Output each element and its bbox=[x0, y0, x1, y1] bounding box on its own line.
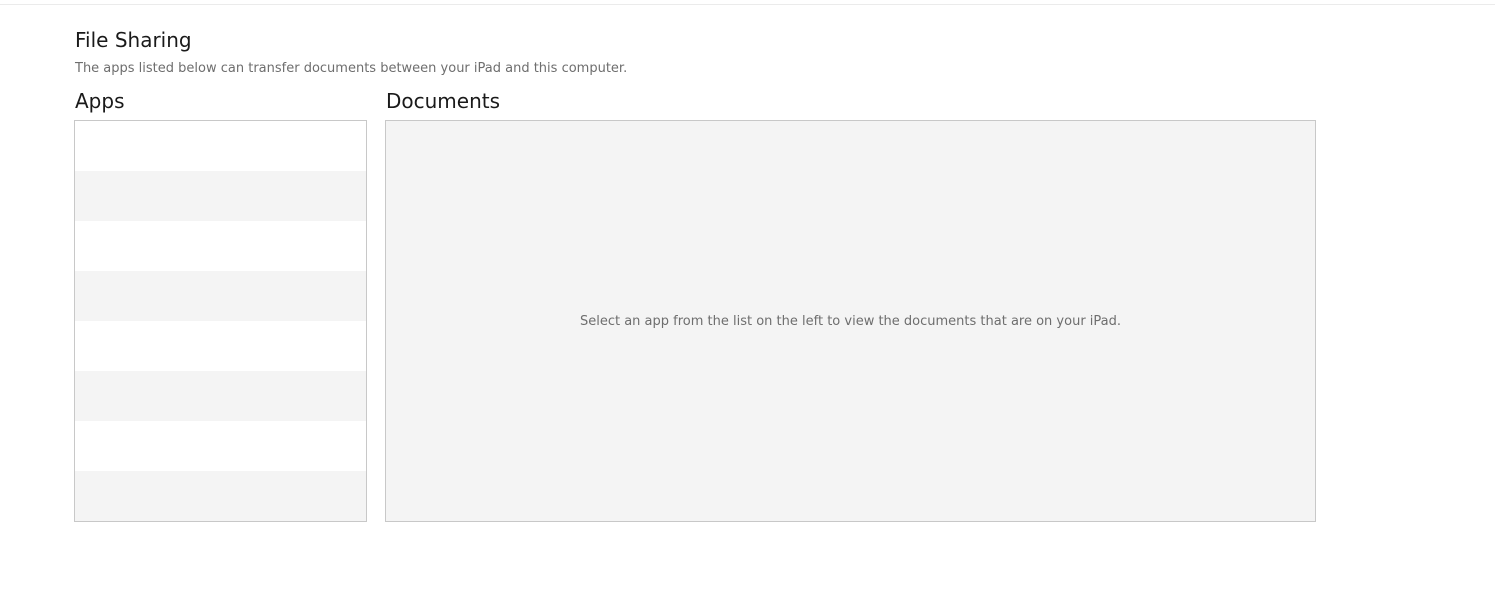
page-title: File Sharing bbox=[75, 28, 192, 52]
list-item[interactable] bbox=[75, 271, 366, 321]
list-item[interactable] bbox=[75, 321, 366, 371]
apps-list[interactable] bbox=[74, 120, 367, 522]
documents-panel[interactable]: Select an app from the list on the left … bbox=[385, 120, 1316, 522]
list-item[interactable] bbox=[75, 221, 366, 271]
documents-heading: Documents bbox=[386, 89, 501, 113]
list-item[interactable] bbox=[75, 421, 366, 471]
apps-heading: Apps bbox=[75, 89, 125, 113]
list-item[interactable] bbox=[75, 371, 366, 421]
list-item[interactable] bbox=[75, 471, 366, 521]
documents-empty-message: Select an app from the list on the left … bbox=[579, 314, 1122, 329]
page-subtitle: The apps listed below can transfer docum… bbox=[75, 61, 628, 76]
list-item[interactable] bbox=[75, 171, 366, 221]
list-item[interactable] bbox=[75, 121, 366, 171]
top-divider bbox=[0, 4, 1495, 5]
